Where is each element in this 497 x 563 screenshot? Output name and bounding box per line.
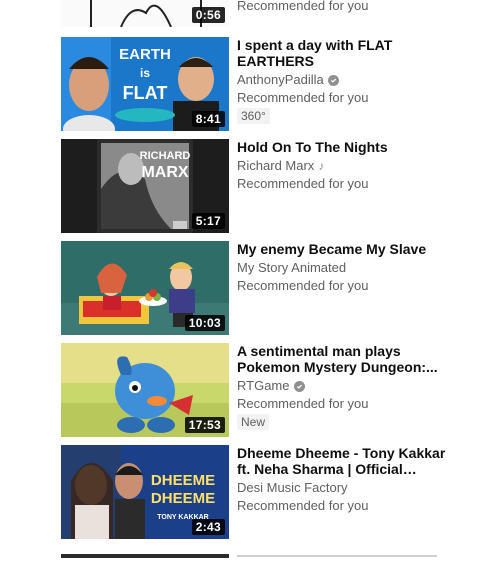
video-thumbnail[interactable]: 10:03 <box>61 241 229 335</box>
video-item[interactable]: 10:03 My enemy Became My Slave My Story … <box>61 241 461 335</box>
thumbnail-caption: MARX <box>141 164 188 181</box>
thumbnail-caption: DHEEME <box>151 490 215 507</box>
video-thumbnail[interactable]: DHEEME DHEEME TONY KAKKAR 2:43 <box>61 445 229 539</box>
channel-name[interactable]: Richard Marx <box>237 157 314 175</box>
video-title[interactable]: I spent a day with FLAT EARTHERS <box>237 37 447 69</box>
thumbnail-caption: is <box>140 66 150 80</box>
video-item[interactable]: DHEEME DHEEME TONY KAKKAR 2:43 Dheeme Dh… <box>61 445 461 539</box>
video-item[interactable]: 17:53 A sentimental man plays Pokemon My… <box>61 343 461 437</box>
channel-name[interactable]: RTGame <box>237 377 290 395</box>
video-title[interactable]: My enemy Became My Slave <box>237 241 447 257</box>
verified-icon <box>327 74 339 86</box>
video-thumbnail[interactable]: 17:53 <box>61 343 229 437</box>
video-duration: 5:17 <box>191 213 225 229</box>
thumbnail-caption: FLAT <box>123 83 168 103</box>
recommendation-label: Recommended for you <box>237 90 369 105</box>
recommendation-label: Recommended for you <box>237 396 369 411</box>
next-video-edge <box>61 545 461 558</box>
channel-name[interactable]: Desi Music Factory <box>237 479 348 497</box>
recommendation-label: Recommended for you <box>237 498 369 513</box>
video-title[interactable]: Dheeme Dheeme - Tony Kakkar ft. Neha Sha… <box>237 445 447 477</box>
channel-name[interactable]: My Story Animated <box>237 259 346 277</box>
video-thumbnail[interactable]: RICHARD MARX 5:17 <box>61 139 229 233</box>
video-title[interactable]: A sentimental man plays Pokemon Mystery … <box>237 343 447 375</box>
recommendation-label: Recommended for you <box>237 176 369 191</box>
360-badge: 360° <box>237 108 270 124</box>
music-note-icon: ♪ <box>318 159 325 173</box>
video-duration: 2:43 <box>191 519 225 535</box>
channel-name[interactable]: AnthonyPadilla <box>237 71 324 89</box>
video-item[interactable]: EARTH is FLAT 8:41 I spent a day with FL… <box>61 37 461 131</box>
video-duration: 10:03 <box>184 315 225 331</box>
video-thumbnail[interactable]: EARTH is FLAT 8:41 <box>61 37 229 131</box>
verified-icon <box>293 380 305 392</box>
thumbnail-caption: RICHARD <box>140 150 191 162</box>
thumbnail-caption: EARTH <box>119 46 171 63</box>
video-duration: 8:41 <box>191 111 225 127</box>
thumbnail-caption: DHEEME <box>151 472 215 489</box>
new-badge: New <box>237 414 270 430</box>
video-item[interactable]: RICHARD MARX 5:17 Hold On To The Nights … <box>61 139 461 233</box>
video-item-partial[interactable]: 0:56 Recommended for you <box>61 0 461 27</box>
video-duration: 17:53 <box>184 417 225 433</box>
video-title[interactable]: Hold On To The Nights <box>237 139 447 155</box>
recommendation-label: Recommended for you <box>237 278 369 293</box>
recommendation-label: Recommended for you <box>237 0 369 13</box>
video-duration: 0:56 <box>191 7 225 23</box>
video-thumbnail[interactable]: 0:56 <box>61 0 229 27</box>
